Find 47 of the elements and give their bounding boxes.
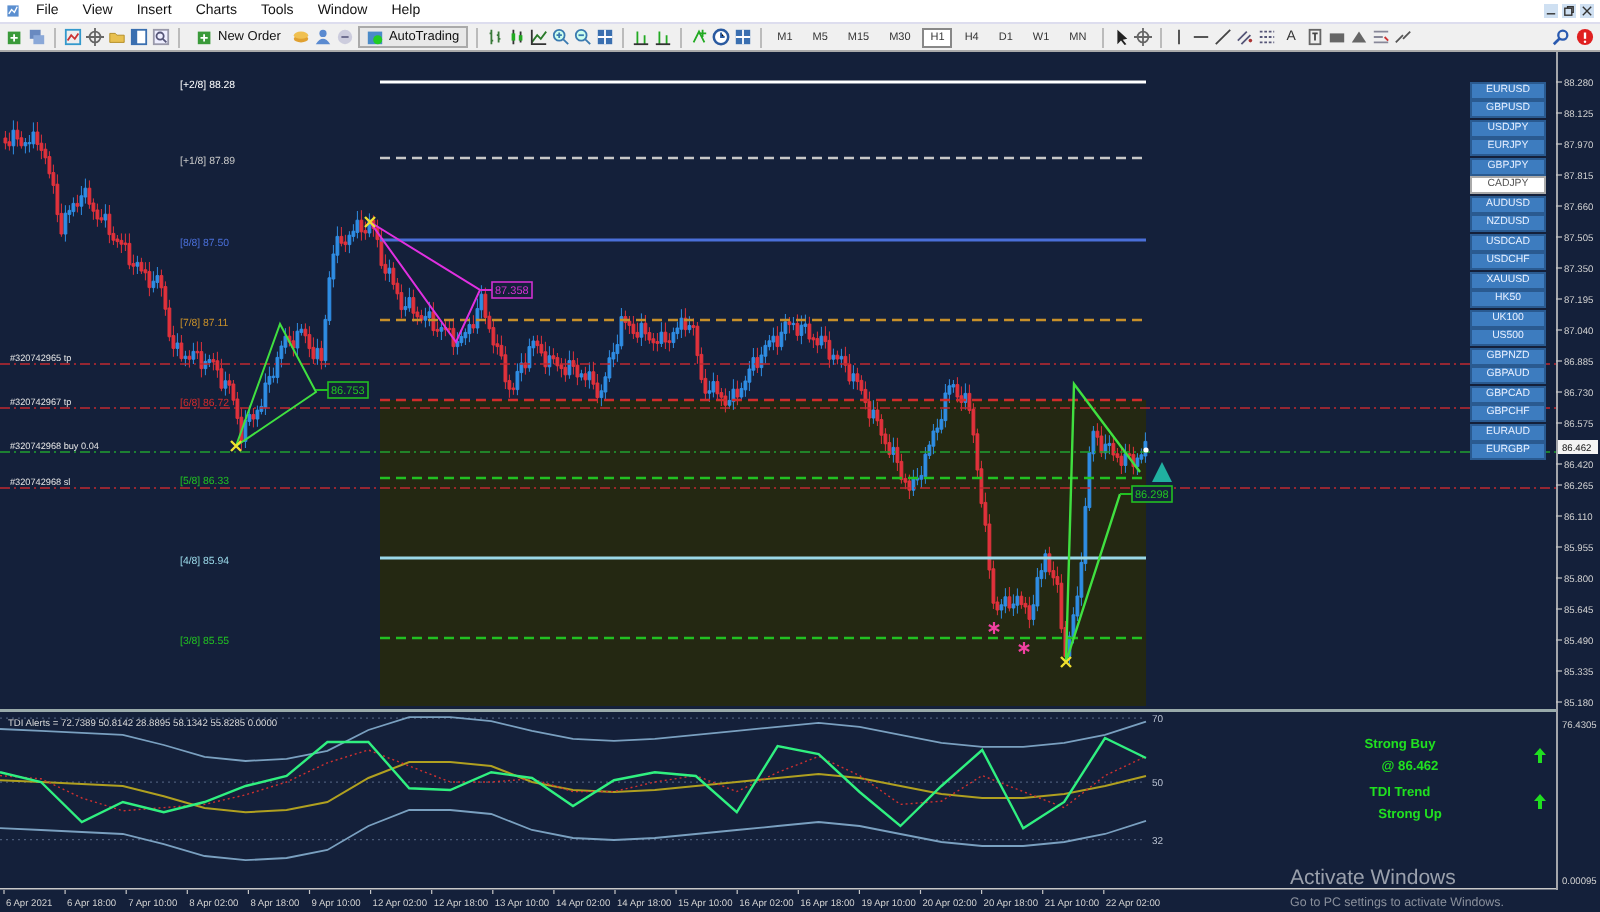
triangle-pattern-drawing xyxy=(369,221,482,344)
line-series xyxy=(0,736,1148,830)
magnifier-icon[interactable] xyxy=(152,28,170,46)
rectangle-icon[interactable] xyxy=(1327,28,1346,46)
plus-icon[interactable] xyxy=(196,28,214,46)
tile-icon[interactable] xyxy=(595,28,614,46)
line-series xyxy=(0,761,1147,814)
restore-icon[interactable] xyxy=(1562,4,1576,18)
up-arrow-icon xyxy=(1534,794,1546,809)
star-icon xyxy=(1017,640,1031,656)
text-label-icon[interactable] xyxy=(1305,28,1324,46)
chart-window-icon[interactable] xyxy=(64,28,82,46)
triangle-pattern-drawing xyxy=(234,321,318,449)
cross-marker-icon xyxy=(363,215,377,229)
line-series xyxy=(0,809,1147,862)
tile-icon[interactable] xyxy=(733,28,752,46)
line-series xyxy=(0,716,1147,762)
chart-plus-icon[interactable] xyxy=(6,28,24,46)
dot-marker-icon xyxy=(1143,447,1149,453)
fibonacci-icon[interactable] xyxy=(1258,28,1277,46)
alert-icon[interactable] xyxy=(1576,28,1594,46)
triangle-icon[interactable] xyxy=(1349,28,1368,46)
minimize-icon[interactable] xyxy=(1544,4,1558,18)
activation-notice-title: Activate Windows xyxy=(1290,866,1456,890)
clock-icon[interactable] xyxy=(711,28,730,46)
panel-icon[interactable] xyxy=(130,28,148,46)
person-icon[interactable] xyxy=(314,28,333,46)
trendline-icon[interactable] xyxy=(1214,28,1233,46)
bar-chart-icon[interactable] xyxy=(631,28,650,46)
line-series xyxy=(0,749,1147,812)
line-chart-icon[interactable] xyxy=(529,28,548,46)
zoom-out-icon[interactable] xyxy=(573,28,592,46)
search-icon[interactable] xyxy=(1552,28,1570,46)
close-icon[interactable] xyxy=(1580,4,1594,18)
crosshair-icon[interactable] xyxy=(1134,28,1153,46)
bar-chart-icon[interactable] xyxy=(653,28,672,46)
star-icon xyxy=(987,620,1001,636)
cross-marker-icon xyxy=(229,439,243,453)
up-arrow-icon xyxy=(1534,748,1546,763)
cross-marker-icon xyxy=(1059,655,1073,669)
channel-icon[interactable] xyxy=(1236,28,1255,46)
candlestick-icon[interactable] xyxy=(507,28,526,46)
zoom-in-icon[interactable] xyxy=(551,28,570,46)
up-triangle-icon xyxy=(1152,462,1172,482)
crosshair-icon[interactable] xyxy=(86,28,104,46)
cursor-icon[interactable] xyxy=(1112,28,1131,46)
windows-icon[interactable] xyxy=(28,28,46,46)
